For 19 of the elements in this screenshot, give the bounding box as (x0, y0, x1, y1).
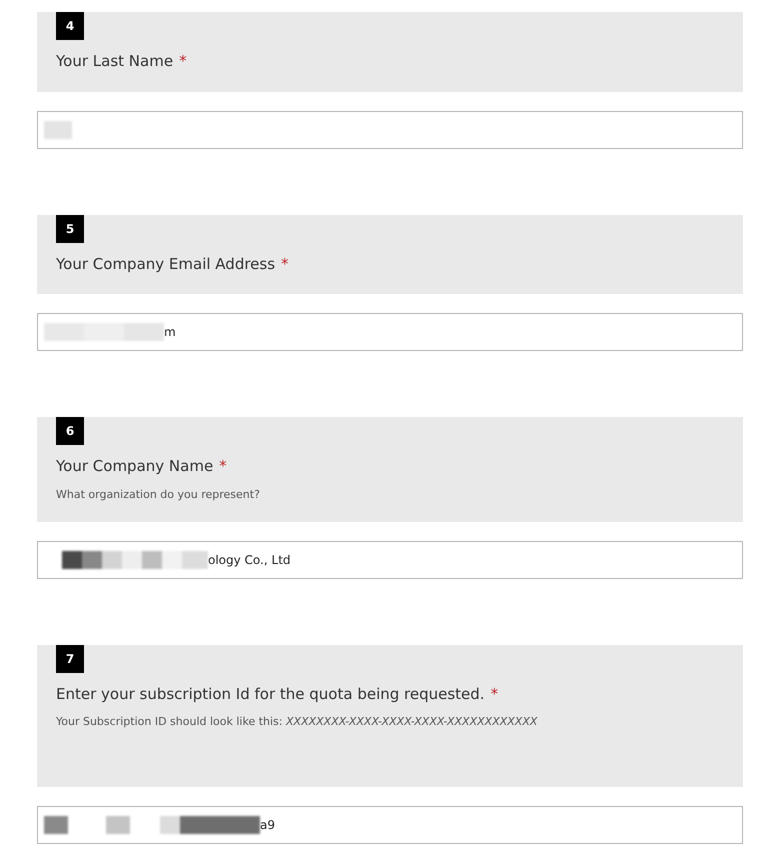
required-mark: * (179, 51, 187, 72)
redaction-blur (44, 118, 72, 140)
input-field[interactable]: ology Co., Ltd (37, 540, 743, 578)
required-mark: * (281, 254, 289, 274)
question-number: 7 (56, 644, 84, 672)
required-mark: * (490, 684, 498, 704)
question-number: 4 (56, 12, 84, 40)
input-field[interactable]: m (37, 313, 743, 351)
question-title: Your Company Name (56, 456, 214, 476)
input-field[interactable]: a9 (37, 806, 743, 844)
question-number: 6 (56, 417, 84, 445)
input-field[interactable] (37, 110, 743, 148)
question-hint: Your Subscription ID should look like this: XXXXXXXX-XXXX-XXXX-XXXX-XXXXXXXXXXXX (56, 714, 538, 730)
question-number: 5 (56, 214, 84, 242)
question-title: Your Last Name (56, 51, 174, 71)
question-title: Enter your subscription Id for the quota being requested. (56, 684, 485, 704)
required-mark: * (219, 456, 227, 477)
question-title: Your Company Email Address (56, 254, 276, 274)
question-hint: What organization do you represent? (56, 486, 261, 502)
